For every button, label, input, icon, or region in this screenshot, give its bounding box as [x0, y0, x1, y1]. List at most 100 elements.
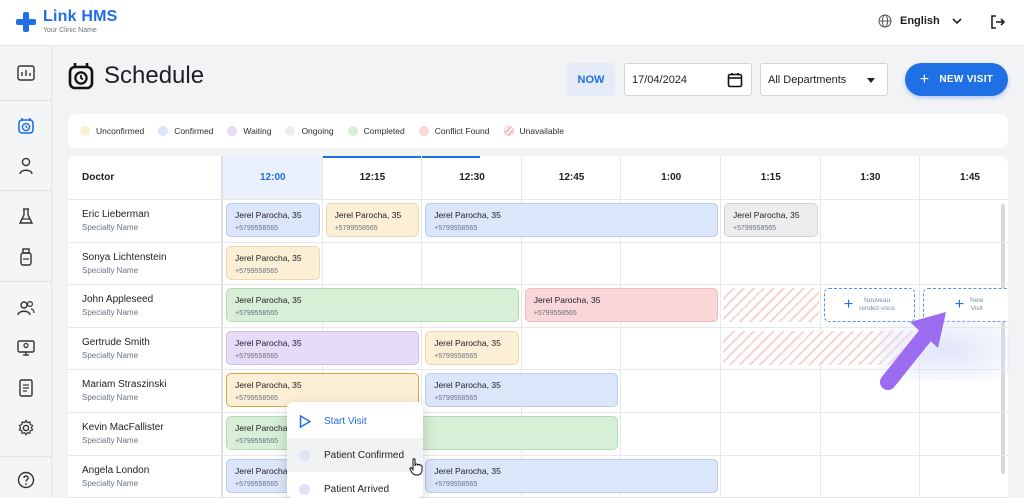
legend-item: Waiting: [227, 126, 271, 136]
app-logo[interactable]: Link HMS Your Clinic Name: [16, 9, 118, 34]
sidebar-item-dashboard[interactable]: [0, 53, 52, 93]
appointment-card[interactable]: Jerel Parocha, 35 +5799558565: [724, 203, 818, 237]
doctor-name: John Appleseed: [82, 294, 154, 306]
appointment-card[interactable]: Jerel Parocha, 35 +5799558565: [226, 245, 320, 280]
appointment-card[interactable]: Jerel Parocha, 35 +5799558565: [425, 458, 718, 493]
appointment-phone: +5799558565: [235, 352, 279, 360]
legend-item: Completed: [347, 126, 405, 136]
unavailable-slot: [723, 288, 819, 323]
language-selector[interactable]: English: [878, 14, 962, 28]
appointment-card[interactable]: Jerel Parocha, 35 +5799558565: [425, 330, 519, 365]
menu-item-label: Start Visit: [324, 415, 367, 427]
medicine-bottle-icon: [20, 248, 32, 266]
sidebar-item-staff[interactable]: [0, 288, 52, 328]
appointment-context-menu: Start Visit Patient Confirmed Patient Arri…: [287, 402, 423, 498]
legend-dot: [285, 126, 296, 136]
doctor-row-label[interactable]: Mariam Straszinski Specialty Name: [82, 379, 166, 402]
doctor-row-label[interactable]: Sonya Lichtenstein Specialty Name: [82, 252, 167, 275]
appointment-card[interactable]: Jerel Parocha, 35 +5799558565: [325, 203, 420, 237]
slot-label-line2: Visit: [970, 305, 983, 313]
appointment-phone: +5799558565: [434, 395, 478, 403]
app-name: Link HMS: [43, 8, 118, 25]
status-legend: Unconfirmed Confirmed Waiting Ongoing Comple…: [68, 114, 1008, 148]
appointment-phone: +5799558565: [434, 225, 478, 232]
plus-icon: +: [954, 296, 965, 314]
users-icon: [17, 300, 35, 316]
legend-label: Confirmed: [174, 126, 214, 136]
time-column-header: 12:45: [558, 172, 585, 183]
document-icon: [19, 379, 33, 397]
department-value: All Departments: [768, 73, 847, 86]
date-picker-input[interactable]: 17/04/2024: [624, 63, 752, 96]
legend-label: Ongoing: [301, 126, 334, 136]
legend-item: Confirmed: [158, 126, 213, 136]
time-column-header: 1:15: [760, 172, 781, 183]
sidebar-item-help[interactable]: [0, 460, 52, 498]
appointment-patient: Jerel Parocha, 35: [434, 465, 501, 476]
menu-item-label: Patient Arrived: [324, 483, 390, 495]
new-visit-button[interactable]: + NEW VISIT: [905, 63, 1008, 96]
menu-item-patient-confirmed[interactable]: Patient Confirmed: [287, 438, 423, 472]
appointment-patient: Jerel Parocha, 35: [235, 337, 302, 348]
appointment-phone: +5799558565: [235, 225, 279, 232]
menu-item-start-visit[interactable]: Start Visit: [287, 404, 423, 438]
doctor-name: Eric Lieberman: [82, 209, 150, 220]
doctor-specialty: Specialty Name: [82, 436, 139, 445]
now-button[interactable]: NOW: [567, 63, 615, 96]
page-header: Schedule: [68, 62, 204, 90]
globe-icon: [878, 14, 892, 28]
appointment-card[interactable]: Jerel Parocha, 35 +5799558565: [226, 203, 320, 237]
appointment-patient: Jerel Parocha, 35: [235, 295, 302, 306]
legend-label: Unconfirmed: [96, 126, 145, 136]
clinic-name: Your Clinic Name: [43, 27, 97, 34]
sidebar-item-patients[interactable]: [0, 146, 52, 186]
pointer-hand-icon: [409, 458, 423, 476]
appointment-card[interactable]: Jerel Parocha, 35 +5799558565: [226, 288, 519, 323]
alarm-clock-icon: [68, 63, 94, 90]
date-value: 17/04/2024: [632, 73, 688, 86]
appointment-phone: +5799558565: [533, 310, 577, 318]
appointment-phone: +5799558565: [434, 480, 478, 488]
legend-label: Unavailable: [519, 126, 564, 136]
time-column-header: 12:00: [223, 156, 323, 199]
time-column-header: 12:30: [459, 172, 485, 183]
doctor-specialty: Specialty Name: [82, 478, 139, 488]
appointment-phone: +5799558565: [235, 267, 279, 275]
doctor-name: Angela London: [82, 464, 150, 476]
logout-icon[interactable]: [990, 14, 1006, 30]
doctor-specialty: Specialty Name: [82, 265, 139, 275]
doctor-name: Sonya Lichtenstein: [82, 251, 167, 263]
arrow-pointer-icon: [880, 312, 946, 390]
doctor-row-label[interactable]: Kevin MacFallister Specialty Name: [82, 422, 164, 445]
sidebar-item-schedule[interactable]: [0, 106, 52, 146]
appointment-card[interactable]: Jerel Parocha, 35 +5799558565: [524, 288, 718, 323]
doctor-row-label[interactable]: Gertrude Smith Specialty Name: [82, 337, 150, 360]
appointment-card[interactable]: Jerel Parocha, 35 +5799558565: [425, 203, 718, 237]
doctor-row-label[interactable]: Angela London Specialty Name: [82, 465, 149, 488]
appointment-patient: Jerel Parocha, 35: [434, 380, 501, 391]
monitor-user-icon: [17, 340, 35, 356]
sidebar-item-lab[interactable]: [0, 197, 52, 237]
appointment-card[interactable]: Jerel Parocha, 35 +5799558565: [425, 373, 619, 408]
doctor-row-label[interactable]: John Appleseed Specialty Name: [82, 294, 153, 317]
doctor-name: Kevin MacFallister: [82, 422, 164, 433]
doctor-row-label[interactable]: Eric Lieberman Specialty Name: [82, 209, 149, 232]
appointment-patient: Jerel Parocha, 35: [235, 380, 302, 391]
sidebar-item-settings[interactable]: [0, 408, 52, 448]
appointment-patient: Jerel Parocha, 35: [334, 210, 402, 220]
time-column-header: 1:30: [860, 172, 881, 183]
doctor-column-header: Doctor: [82, 172, 115, 183]
gear-icon: [18, 419, 34, 436]
plus-icon: +: [919, 70, 930, 88]
menu-item-patient-arrived[interactable]: Patient Arrived: [287, 472, 423, 498]
department-select[interactable]: All Departments: [760, 63, 888, 96]
legend-dot: [227, 126, 238, 136]
appointment-card[interactable]: Jerel Parocha, 35 +5799558565: [226, 330, 420, 365]
sidebar-item-reports[interactable]: [0, 368, 52, 408]
chevron-down-icon: [952, 17, 962, 24]
calendar-icon[interactable]: [727, 72, 743, 88]
sidebar-item-pharmacy[interactable]: [0, 237, 52, 277]
legend-item: Ongoing: [285, 126, 334, 136]
sidebar-item-telemedicine[interactable]: [0, 328, 52, 368]
language-label: English: [900, 15, 940, 27]
